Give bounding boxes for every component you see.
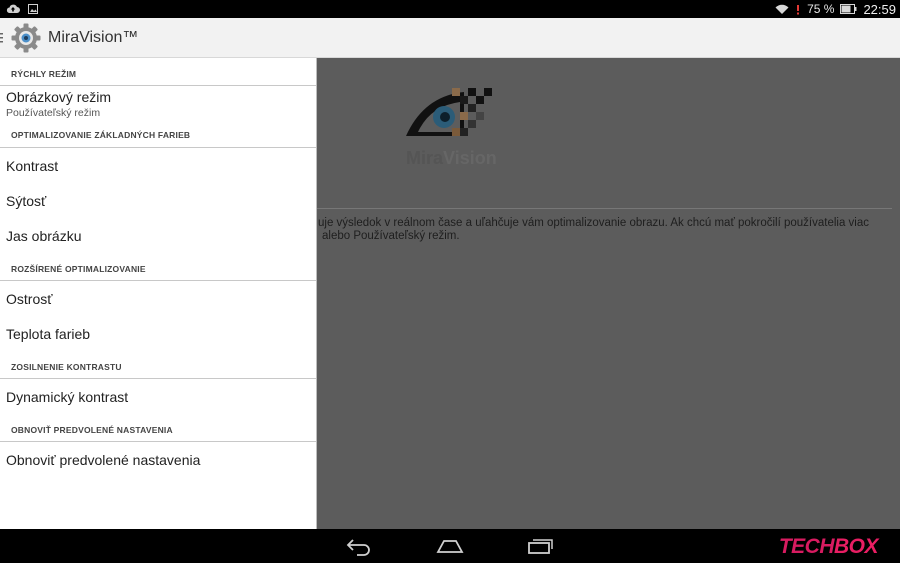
description-text: uje výsledok v reálnom čase a uľahčuje v… [318, 217, 888, 243]
recent-apps-icon [528, 539, 553, 554]
home-button[interactable] [436, 536, 464, 561]
signal-alert-icon [797, 4, 800, 14]
watermark-tech: TECH [778, 535, 835, 558]
notification-icons [6, 3, 38, 14]
menu-item-contrast[interactable]: Kontrast [0, 148, 316, 183]
miravision-logo: MiraVision [404, 88, 504, 168]
section-header-advanced: ROZŠÍRENÉ OPTIMALIZOVANIE [0, 253, 316, 281]
logo-text-mira: Mira [406, 148, 444, 168]
menu-item-label: Ostrosť [6, 290, 53, 307]
menu-item-reset-defaults[interactable]: Obnoviť predvolené nastavenia [0, 442, 316, 477]
menu-item-color-temperature[interactable]: Teplota farieb [0, 316, 316, 351]
description-line-2: alebo Používateľský režim. [322, 230, 460, 242]
menu-item-brightness[interactable]: Jas obrázku [0, 218, 316, 253]
clock: 22:59 [863, 1, 896, 17]
system-indicators: 75 % 22:59 [775, 1, 896, 17]
app-home-button[interactable]: MiraVision™ [0, 18, 138, 57]
app-title: MiraVision™ [48, 28, 139, 46]
home-icon [436, 540, 464, 553]
menu-item-label: Jas obrázku [6, 227, 82, 244]
navigation-bar: TECHBOX [0, 529, 900, 563]
wifi-icon [775, 4, 789, 14]
screenshot-icon [28, 3, 38, 14]
section-header-quick-mode: RÝCHLY REŽIM [0, 58, 316, 86]
battery-icon [840, 4, 857, 14]
drawer-indicator-icon [0, 32, 3, 42]
section-header-contrast-boost: ZOSILNENIE KONTRASTU [0, 351, 316, 379]
menu-item-label: Obrázkový režim [6, 88, 112, 105]
menu-item-saturation[interactable]: Sýtosť [0, 183, 316, 218]
recent-apps-button[interactable] [527, 536, 555, 561]
logo-text: MiraVision [406, 148, 497, 169]
cloud-upload-icon [6, 4, 20, 13]
navigation-drawer: RÝCHLY REŽIM Obrázkový režim Používateľs… [0, 58, 317, 529]
settings-gear-icon [11, 23, 41, 52]
description-line-1: uje výsledok v reálnom čase a uľahčuje v… [318, 217, 869, 229]
menu-item-picture-mode[interactable]: Obrázkový režim Používateľský režim [0, 86, 316, 121]
eye-logo-icon [406, 88, 492, 136]
menu-item-summary: Používateľský režim [6, 106, 101, 119]
menu-item-label: Teplota farieb [6, 325, 91, 342]
section-header-basic-color: OPTIMALIZOVANIE ZÁKLADNÝCH FARIEB [0, 121, 316, 148]
battery-percent: 75 % [807, 2, 835, 16]
menu-item-sharpness[interactable]: Ostrosť [0, 281, 316, 316]
menu-item-label: Kontrast [6, 157, 59, 174]
techbox-watermark: TECHBOX [778, 535, 879, 559]
menu-item-label: Sýtosť [6, 192, 47, 209]
logo-text-vision: Vision [443, 148, 497, 168]
menu-item-label: Dynamický kontrast [6, 388, 129, 405]
back-arrow-icon [346, 539, 370, 556]
section-header-reset: OBNOVIŤ PREDVOLENÉ NASTAVENIA [0, 414, 316, 442]
content-divider [316, 208, 892, 209]
watermark-box: BOX [833, 535, 879, 558]
action-bar: MiraVision™ [0, 18, 900, 58]
back-button[interactable] [345, 536, 373, 561]
menu-item-dynamic-contrast[interactable]: Dynamický kontrast [0, 379, 316, 414]
menu-item-label: Obnoviť predvolené nastavenia [6, 451, 201, 468]
status-bar: 75 % 22:59 [0, 0, 900, 18]
